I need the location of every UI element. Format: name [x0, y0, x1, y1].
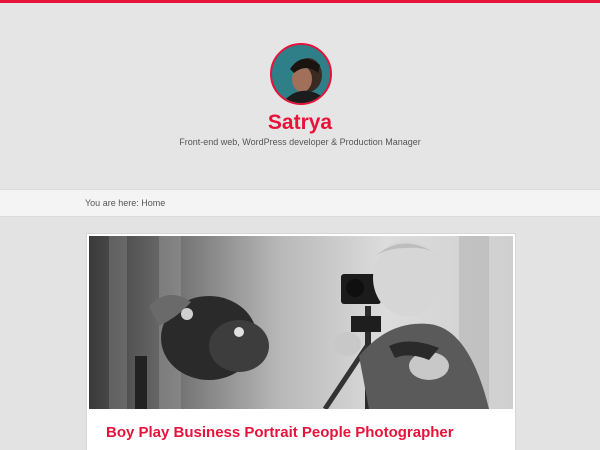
breadcrumb-bar: You are here: Home	[0, 189, 600, 217]
site-description: Front-end web, WordPress developer & Pro…	[179, 137, 421, 147]
avatar-portrait-image	[272, 45, 330, 103]
site-title[interactable]: Satrya	[0, 111, 600, 135]
post-title-link[interactable]: Boy Play Business Portrait People Photog…	[106, 424, 454, 441]
post-photo-boy-camera	[89, 236, 513, 409]
post-featured-image[interactable]	[89, 236, 513, 409]
site-header: Satrya Front-end web, WordPress develope…	[0, 3, 600, 189]
post-card: Boy Play Business Portrait People Photog…	[86, 233, 516, 450]
site-avatar[interactable]	[270, 43, 332, 105]
breadcrumb: You are here: Home	[85, 198, 166, 208]
